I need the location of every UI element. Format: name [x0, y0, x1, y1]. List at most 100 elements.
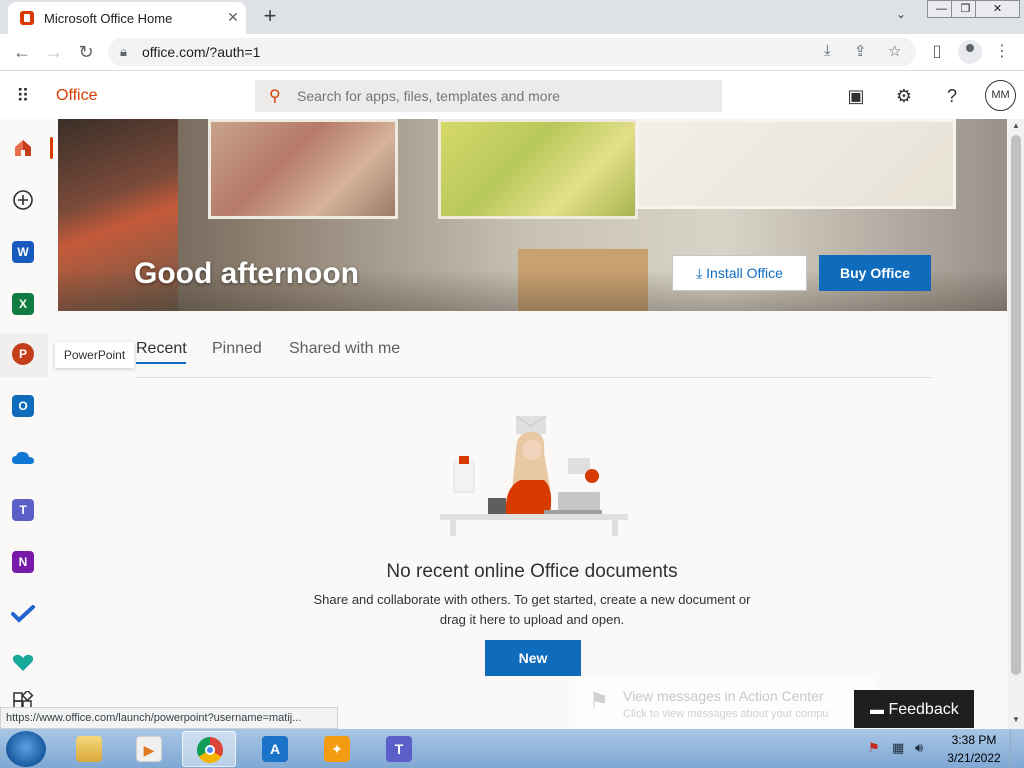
scroll-up-icon[interactable]: ▲ — [1012, 121, 1020, 130]
search-input[interactable] — [297, 80, 707, 112]
home-icon — [15, 140, 31, 156]
new-tab-button[interactable]: + — [258, 5, 282, 29]
active-tab-underline — [136, 362, 186, 364]
menu-kebab-icon[interactable]: ⋮ — [988, 38, 1016, 66]
settings-gear-icon[interactable]: ⚙ — [891, 83, 917, 109]
plus-circle-icon — [13, 190, 33, 210]
word-icon: W — [12, 241, 34, 263]
taskbar-uc-browser[interactable]: ✦ — [310, 731, 364, 767]
page-scrollbar[interactable]: ▲ ▼ — [1008, 119, 1024, 729]
taskbar-media-player[interactable]: ▶ — [122, 731, 176, 767]
teams-icon: T — [386, 736, 412, 762]
back-button[interactable]: ← — [8, 38, 36, 66]
feedback-label: Feedback — [888, 701, 959, 718]
a-app-icon: A — [262, 736, 288, 762]
side-panel-icon[interactable]: ▯ — [923, 38, 951, 66]
help-icon[interactable]: ? — [939, 83, 965, 109]
action-center-flag-icon[interactable]: ⚑ — [868, 740, 880, 756]
taskbar-app-a[interactable]: A — [248, 731, 302, 767]
windows-taskbar: ▶ A ✦ T ⚑ ▦ 🔊︎ 3:38 PM 3/21/2022 — [0, 729, 1024, 768]
install-office-button[interactable]: ⤓ Install Office — [672, 255, 807, 291]
office-header: ⠿ Office ⚲ ▣ ⚙ ? MM — [0, 71, 1024, 119]
taskbar-chrome[interactable] — [182, 731, 236, 767]
rail-item-create[interactable] — [0, 179, 48, 223]
greeting-text: Good afternoon — [134, 257, 359, 290]
rail-item-onenote[interactable]: N — [0, 541, 48, 585]
tab-title: Microsoft Office Home — [44, 11, 173, 26]
profile-icon[interactable] — [958, 40, 982, 64]
rail-item-powerpoint[interactable]: P — [0, 333, 48, 377]
show-desktop-button[interactable] — [1010, 729, 1024, 768]
tabs-divider — [136, 377, 932, 378]
notification-subtitle: Click to view messages about your compu — [623, 708, 829, 720]
rail-tooltip: PowerPoint — [55, 342, 134, 368]
heart-icon — [12, 654, 34, 671]
close-tab-icon[interactable]: ✕ — [224, 8, 242, 26]
rail-item-outlook[interactable]: O — [0, 385, 48, 429]
chrome-icon — [197, 737, 223, 763]
reload-button[interactable]: ↻ — [72, 38, 100, 66]
scroll-down-icon[interactable]: ▼ — [1012, 715, 1020, 724]
action-center-notification[interactable]: ⚑ View messages in Action Center Click t… — [575, 678, 875, 728]
empty-state-illustration — [440, 415, 628, 536]
share-icon[interactable]: ⇪ — [854, 42, 867, 60]
office-brand[interactable]: Office — [56, 87, 98, 105]
rail-item-excel[interactable]: X — [0, 283, 48, 327]
notification-title: View messages in Action Center — [623, 688, 824, 704]
empty-state-title: No recent online Office documents — [386, 561, 678, 582]
clock-time[interactable]: 3:38 PM — [946, 733, 1002, 747]
tab-shared-with-me[interactable]: Shared with me — [289, 340, 400, 358]
bookmark-star-icon[interactable]: ☆ — [888, 42, 901, 60]
rail-item-teams[interactable]: T — [0, 489, 48, 533]
hero-banner: Good afternoon ⤓ Install Office Buy Offi… — [58, 119, 1007, 311]
install-app-icon[interactable]: ⤓ — [824, 42, 831, 59]
taskbar-teams[interactable]: T — [372, 731, 426, 767]
outlook-icon: O — [12, 395, 34, 417]
onenote-icon: N — [12, 551, 34, 573]
download-icon: ⤓ — [696, 265, 703, 281]
excel-icon: X — [12, 293, 34, 315]
active-indicator — [50, 137, 53, 159]
browser-toolbar: ← → ↻ 🔒︎ office.com/?auth=1 ⤓ ⇪ ☆ ▯ ⋮ — [0, 34, 1024, 71]
browser-tab[interactable]: Microsoft Office Home ✕ — [8, 2, 246, 34]
forward-button[interactable]: → — [40, 38, 68, 66]
app-launcher-waffle-icon[interactable]: ⠿ — [12, 85, 34, 107]
user-avatar[interactable]: MM — [985, 80, 1016, 111]
rail-item-home[interactable] — [0, 127, 48, 171]
search-box[interactable]: ⚲ — [255, 80, 722, 112]
onedrive-icon — [12, 451, 34, 464]
rail-item-sway[interactable] — [0, 641, 48, 685]
app-rail: W X P O T N — [0, 119, 48, 729]
new-document-button[interactable]: New — [485, 640, 581, 676]
status-bar-url: https://www.office.com/launch/powerpoint… — [0, 707, 338, 729]
rail-item-todo[interactable] — [0, 593, 48, 637]
tab-search-chevron-icon[interactable]: ⌄ — [896, 7, 906, 21]
address-bar[interactable]: 🔒︎ office.com/?auth=1 ⤓ ⇪ ☆ — [108, 38, 916, 66]
comment-icon: ▬ — [870, 701, 884, 717]
empty-state-description: Share and collaborate with others. To ge… — [313, 592, 751, 627]
browser-tab-strip: Microsoft Office Home ✕ + ⌄ — ❐ ✕ — [0, 0, 1024, 34]
tab-recent[interactable]: Recent — [136, 340, 187, 358]
teams-chat-icon[interactable]: ▣ — [843, 83, 869, 109]
powerpoint-icon: P — [12, 343, 34, 365]
network-icon[interactable]: ▦ — [892, 740, 904, 756]
buy-office-button[interactable]: Buy Office — [819, 255, 931, 291]
start-button[interactable] — [6, 731, 46, 767]
hero-artwork — [438, 119, 638, 219]
feedback-button[interactable]: ▬ Feedback — [854, 690, 974, 728]
tab-pinned[interactable]: Pinned — [212, 340, 262, 358]
close-window-button[interactable]: ✕ — [975, 0, 1020, 18]
rail-item-word[interactable]: W — [0, 231, 48, 275]
teams-icon: T — [12, 499, 34, 521]
lock-icon[interactable]: 🔒︎ — [120, 44, 127, 60]
scrollbar-thumb[interactable] — [1011, 135, 1021, 675]
volume-icon[interactable]: 🔊︎ — [915, 740, 923, 756]
taskbar-explorer[interactable] — [62, 731, 116, 767]
uc-browser-icon: ✦ — [324, 736, 350, 762]
clock-date[interactable]: 3/21/2022 — [946, 751, 1002, 765]
hero-artwork — [208, 119, 398, 219]
install-office-label: Install Office — [706, 265, 783, 281]
rail-item-onedrive[interactable] — [0, 437, 48, 481]
office-favicon-icon — [20, 11, 34, 25]
todo-icon — [11, 605, 35, 623]
